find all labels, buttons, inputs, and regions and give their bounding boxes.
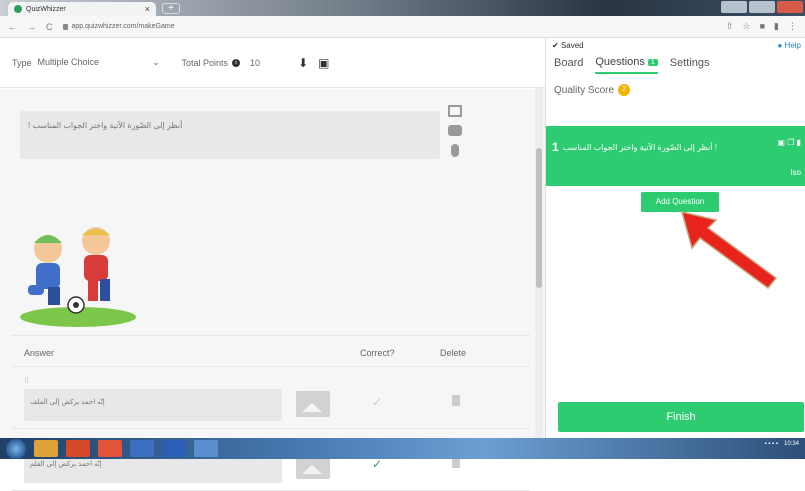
help-link[interactable]: ● Help xyxy=(777,41,801,50)
favicon-icon xyxy=(14,5,22,13)
lock-icon xyxy=(62,23,68,30)
editor-toolbar: Type Multiple Choice ⌄ Total Points i 10… xyxy=(0,38,545,88)
answer-input[interactable]: إنّه احمد يركض إلى الملف xyxy=(24,389,282,421)
tab-label: Board xyxy=(554,57,584,69)
answer-row: ⠿ إنّه احمد يركض إلى الملف ✓ xyxy=(12,367,530,429)
import-icon[interactable]: ▣ xyxy=(318,56,329,70)
system-tray: ▪ ▪ ▪ ▪ 10:34 xyxy=(764,441,799,447)
type-select[interactable]: Multiple Choice ⌄ xyxy=(38,57,160,68)
correct-checkmark-icon[interactable]: ✓ xyxy=(372,395,382,409)
url-field[interactable]: app.quizwhizzer.com/makeGame xyxy=(62,23,716,30)
window-taskbar-icon[interactable] xyxy=(194,440,218,457)
chrome-taskbar-icon[interactable] xyxy=(98,440,122,457)
panel-tabs: Board Questions 1 Settings xyxy=(554,56,710,74)
browser-tabbar: QuizWhizzer × + xyxy=(0,0,805,16)
close-window-button[interactable] xyxy=(777,1,803,13)
add-question-button[interactable]: Add Question xyxy=(641,192,719,212)
total-points: Total Points i 10 xyxy=(182,58,261,68)
menu-icon[interactable]: ⋮ xyxy=(788,21,797,32)
card-actions: ▣ ❐ ▮ xyxy=(777,138,801,147)
app-taskbar-icon[interactable] xyxy=(130,440,154,457)
question-editor: Type Multiple Choice ⌄ Total Points i 10… xyxy=(0,38,545,491)
tray-icons[interactable]: ▪ ▪ ▪ ▪ xyxy=(764,441,778,447)
copy-icon[interactable]: ❐ xyxy=(787,138,794,147)
question-count-badge: 1 xyxy=(647,58,658,66)
tab-title: QuizWhizzer xyxy=(26,5,66,13)
minimize-button[interactable] xyxy=(721,1,747,13)
question-number: 1 xyxy=(552,140,559,154)
question-card-text: أنظر إلى الصّورة الآتية واختر الجواب الم… xyxy=(562,142,717,152)
explorer-taskbar-icon[interactable] xyxy=(34,440,58,457)
question-image xyxy=(20,227,136,327)
delete-column-header: Delete xyxy=(440,348,467,358)
quality-badge: 2 xyxy=(618,84,631,96)
image-icon[interactable]: ▣ xyxy=(777,138,785,147)
extension-icon[interactable]: ■ xyxy=(760,21,765,32)
close-icon[interactable]: × xyxy=(145,4,150,14)
questions-panel: ✔ Saved ● Help Board Questions 1 Setting… xyxy=(545,38,805,438)
finish-button[interactable]: Finish xyxy=(558,402,804,432)
type-label: Type xyxy=(12,57,32,68)
scrollbar-thumb[interactable] xyxy=(536,148,542,288)
type-value: Multiple Choice xyxy=(37,57,100,67)
drag-handle-icon[interactable]: ⠿ xyxy=(24,377,29,385)
info-icon[interactable]: i xyxy=(232,58,241,67)
trash-icon[interactable] xyxy=(452,395,460,406)
points-input[interactable]: 10 xyxy=(250,58,260,68)
question-card[interactable]: 1 أنظر إلى الصّورة الآتية واختر الجواب ا… xyxy=(546,126,805,186)
reload-icon[interactable]: C xyxy=(46,22,53,32)
maximize-button[interactable] xyxy=(749,1,775,13)
word-taskbar-icon[interactable] xyxy=(162,440,186,457)
url-text: app.quizwhizzer.com/makeGame xyxy=(71,23,175,30)
new-tab-button[interactable]: + xyxy=(162,3,180,14)
media-buttons xyxy=(448,105,462,157)
windows-taskbar: ▪ ▪ ▪ ▪ 10:34 xyxy=(0,438,805,459)
red-arrow-annotation xyxy=(680,210,778,290)
tab-label: Questions xyxy=(595,56,645,68)
clock[interactable]: 10:34 xyxy=(784,441,799,447)
editor-scrollbar[interactable] xyxy=(535,88,543,438)
points-label: Total Points xyxy=(181,57,229,68)
microphone-icon[interactable] xyxy=(451,144,459,157)
answers-header: Answer Correct? Delete xyxy=(12,335,530,367)
media-taskbar-icon[interactable] xyxy=(66,440,90,457)
window-controls xyxy=(721,1,803,13)
answer-column-header: Answer xyxy=(24,348,55,358)
image-icon[interactable] xyxy=(448,105,462,117)
star-icon[interactable]: ☆ xyxy=(743,21,751,32)
help-icon: ● xyxy=(777,41,783,50)
extension2-icon[interactable]: ▮ xyxy=(774,21,779,32)
saved-text: Saved xyxy=(560,41,584,50)
download-icon[interactable]: ⬇ xyxy=(298,56,308,70)
video-icon[interactable] xyxy=(448,125,462,136)
start-button[interactable] xyxy=(6,438,26,459)
quality-score: Quality Score 2 xyxy=(554,84,631,96)
image-icon[interactable] xyxy=(296,391,330,417)
help-text: Help xyxy=(784,41,801,50)
share-icon[interactable]: ⇧ xyxy=(726,21,734,32)
forward-icon[interactable]: → xyxy=(27,22,36,32)
question-card-meta: Iso xyxy=(790,168,801,177)
chevron-down-icon: ⌄ xyxy=(151,57,160,67)
browser-tab[interactable]: QuizWhizzer × xyxy=(8,2,156,16)
address-bar-row: ← → C app.quizwhizzer.com/makeGame ⇧ ☆ ■… xyxy=(0,16,805,38)
tab-board[interactable]: Board xyxy=(554,56,583,74)
editor-content: أنظر إلى الصّورة الآتية واختر الجواب الم… xyxy=(0,89,545,491)
trash-icon[interactable]: ▮ xyxy=(797,138,801,147)
quality-label: Quality Score xyxy=(554,84,615,96)
question-input[interactable]: أنظر إلى الصّورة الآتية واختر الجواب الم… xyxy=(20,111,440,159)
back-icon[interactable]: ← xyxy=(8,22,17,32)
correct-column-header: Correct? xyxy=(360,348,395,358)
tab-settings[interactable]: Settings xyxy=(670,56,710,74)
tab-questions[interactable]: Questions 1 xyxy=(595,56,658,74)
saved-status: ✔ Saved xyxy=(552,41,584,50)
correct-checkmark-icon[interactable]: ✓ xyxy=(372,457,382,471)
tab-label: Settings xyxy=(669,57,710,69)
